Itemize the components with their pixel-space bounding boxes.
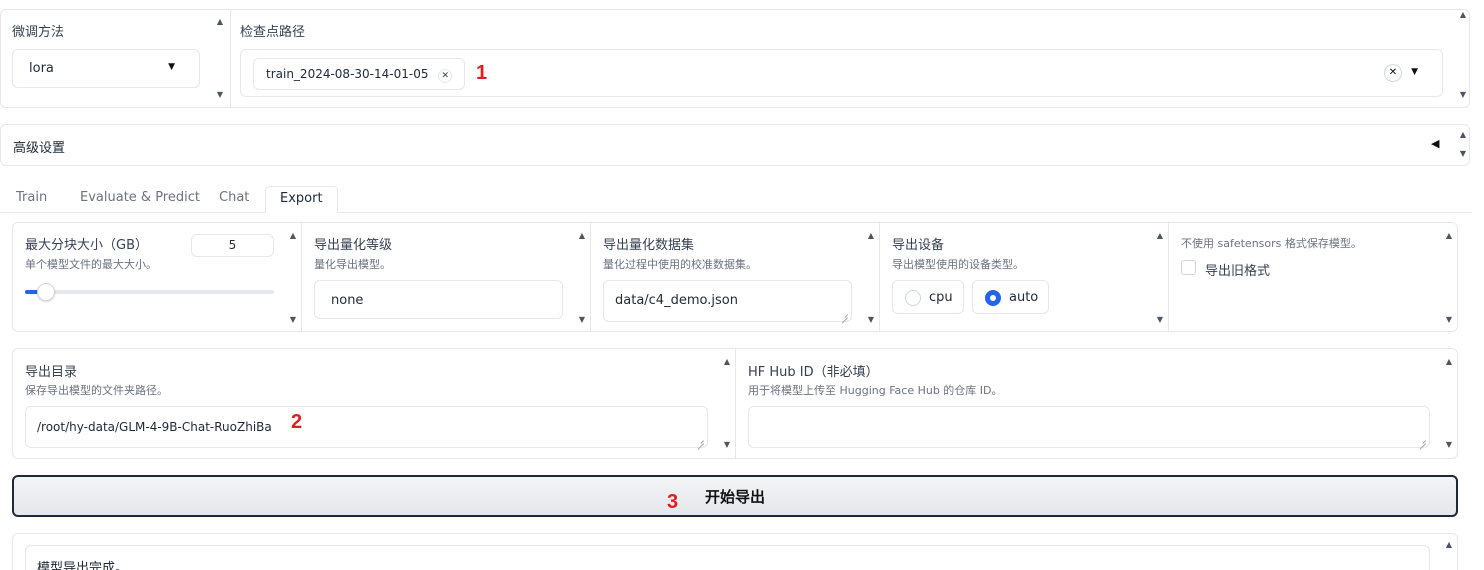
advanced-scroll-down[interactable] [1458, 150, 1468, 158]
hub-id-textarea[interactable] [748, 406, 1430, 448]
shard-scroll-down[interactable] [288, 316, 298, 324]
device-option-auto[interactable]: auto [972, 280, 1049, 314]
annotation-3: 3 [667, 491, 679, 513]
export-dir-scroll-up[interactable] [722, 358, 732, 366]
quant-dataset-scroll-down[interactable] [866, 316, 876, 324]
radio-selected-icon [985, 290, 1001, 306]
tab-train[interactable]: Train [16, 186, 47, 213]
chevron-down-icon: ▼ [168, 62, 175, 72]
quant-bit-scroll-down[interactable] [577, 316, 587, 324]
device-option-cpu-label: cpu [929, 290, 953, 305]
divider [1168, 223, 1169, 331]
checkpoint-scroll-up[interactable] [1458, 11, 1468, 19]
finetune-scroll-down[interactable] [215, 91, 225, 99]
quant-bit-hint: 量化导出模型。 [314, 258, 391, 271]
device-option-auto-label: auto [1009, 290, 1039, 305]
hub-id-scroll-up[interactable] [1444, 358, 1454, 366]
checkpoint-label: 检查点路径 [240, 25, 306, 40]
tab-chat[interactable]: Chat [219, 186, 249, 213]
annotation-1: 1 [476, 62, 488, 84]
slider-track [25, 290, 274, 294]
quant-bit-value: none [331, 293, 364, 308]
export-dir-textarea[interactable]: /root/hy-data/GLM-4-9B-Chat-RuoZhiBa [25, 406, 708, 448]
checkpoint-multiselect[interactable]: train_2024-08-30-14-01-05 ✕ ✕ ▼ [240, 49, 1443, 97]
finetune-value: lora [29, 61, 54, 76]
legacy-checkbox[interactable] [1181, 260, 1196, 275]
quant-bit-scroll-up[interactable] [577, 232, 587, 240]
finetune-label: 微调方法 [12, 25, 65, 40]
divider [735, 349, 736, 458]
quant-dataset-scroll-up[interactable] [866, 232, 876, 240]
quant-dataset-textarea[interactable]: data/c4_demo.json [603, 280, 852, 322]
output-text: 模型导出完成。 [37, 561, 129, 570]
divider [590, 223, 591, 331]
quant-dataset-label: 导出量化数据集 [603, 238, 695, 253]
legacy-scroll-up[interactable] [1444, 232, 1454, 240]
device-scroll-up[interactable] [1155, 232, 1165, 240]
device-option-cpu[interactable]: cpu [892, 280, 964, 314]
device-label: 导出设备 [892, 238, 945, 253]
export-dir-value: /root/hy-data/GLM-4-9B-Chat-RuoZhiBa [37, 420, 272, 434]
legacy-label: 导出旧格式 [1205, 264, 1271, 279]
output-scroll-up[interactable] [1444, 541, 1454, 549]
radio-icon [905, 290, 921, 306]
checkpoint-chip-text: train_2024-08-30-14-01-05 [266, 67, 429, 81]
finetune-dropdown[interactable]: lora ▼ [12, 49, 200, 88]
export-dir-scroll-down[interactable] [722, 441, 732, 449]
finetune-scroll-up[interactable] [215, 18, 225, 26]
checkpoint-chip: train_2024-08-30-14-01-05 ✕ [253, 58, 466, 90]
hub-id-label: HF Hub ID（非必填） [748, 365, 879, 380]
legacy-hint: 不使用 safetensors 格式保存模型。 [1181, 237, 1362, 250]
resize-handle[interactable] [696, 436, 704, 444]
shard-scroll-up[interactable] [288, 232, 298, 240]
export-dir-hint: 保存导出模型的文件夹路径。 [25, 384, 168, 397]
export-dir-label: 导出目录 [25, 365, 78, 380]
legacy-scroll-down[interactable] [1444, 316, 1454, 324]
shard-size-label: 最大分块大小（GB） [25, 238, 148, 253]
start-export-button[interactable]: 开始导出 [12, 475, 1458, 517]
annotation-2: 2 [291, 411, 303, 433]
divider [301, 223, 302, 331]
tabs-underline [0, 212, 1472, 213]
shard-size-slider[interactable] [25, 283, 274, 301]
chip-remove-icon[interactable]: ✕ [438, 69, 453, 83]
tab-evaluate-predict[interactable]: Evaluate & Predict [80, 186, 200, 213]
start-export-label: 开始导出 [704, 487, 765, 506]
shard-size-hint: 单个模型文件的最大大小。 [25, 258, 157, 271]
tab-export[interactable]: Export [265, 186, 338, 213]
quant-dataset-value: data/c4_demo.json [615, 293, 738, 308]
advanced-scroll-up[interactable] [1458, 131, 1468, 139]
quant-bit-label: 导出量化等级 [314, 238, 393, 253]
collapse-triangle-icon: ◀ [1431, 137, 1440, 150]
chevron-down-icon[interactable]: ▼ [1411, 67, 1418, 77]
clear-icon[interactable]: ✕ [1384, 64, 1402, 82]
device-scroll-down[interactable] [1155, 316, 1165, 324]
top-divider [230, 10, 231, 107]
resize-handle[interactable] [1418, 436, 1426, 444]
quant-dataset-hint: 量化过程中使用的校准数据集。 [603, 258, 757, 271]
hub-id-scroll-down[interactable] [1444, 441, 1454, 449]
output-textarea[interactable]: 模型导出完成。 [25, 545, 1430, 570]
device-hint: 导出模型使用的设备类型。 [892, 258, 1024, 271]
divider [879, 223, 880, 331]
quant-bit-dropdown[interactable]: none [314, 280, 563, 319]
slider-thumb[interactable] [36, 283, 55, 301]
resize-handle[interactable] [840, 310, 848, 318]
hub-id-hint: 用于将模型上传至 Hugging Face Hub 的仓库 ID。 [748, 384, 1003, 397]
shard-size-input[interactable]: 5 [191, 234, 274, 257]
advanced-accordion[interactable]: 高级设置 ◀ [0, 124, 1470, 166]
checkpoint-scroll-down[interactable] [1458, 91, 1468, 99]
advanced-label: 高级设置 [13, 141, 66, 156]
